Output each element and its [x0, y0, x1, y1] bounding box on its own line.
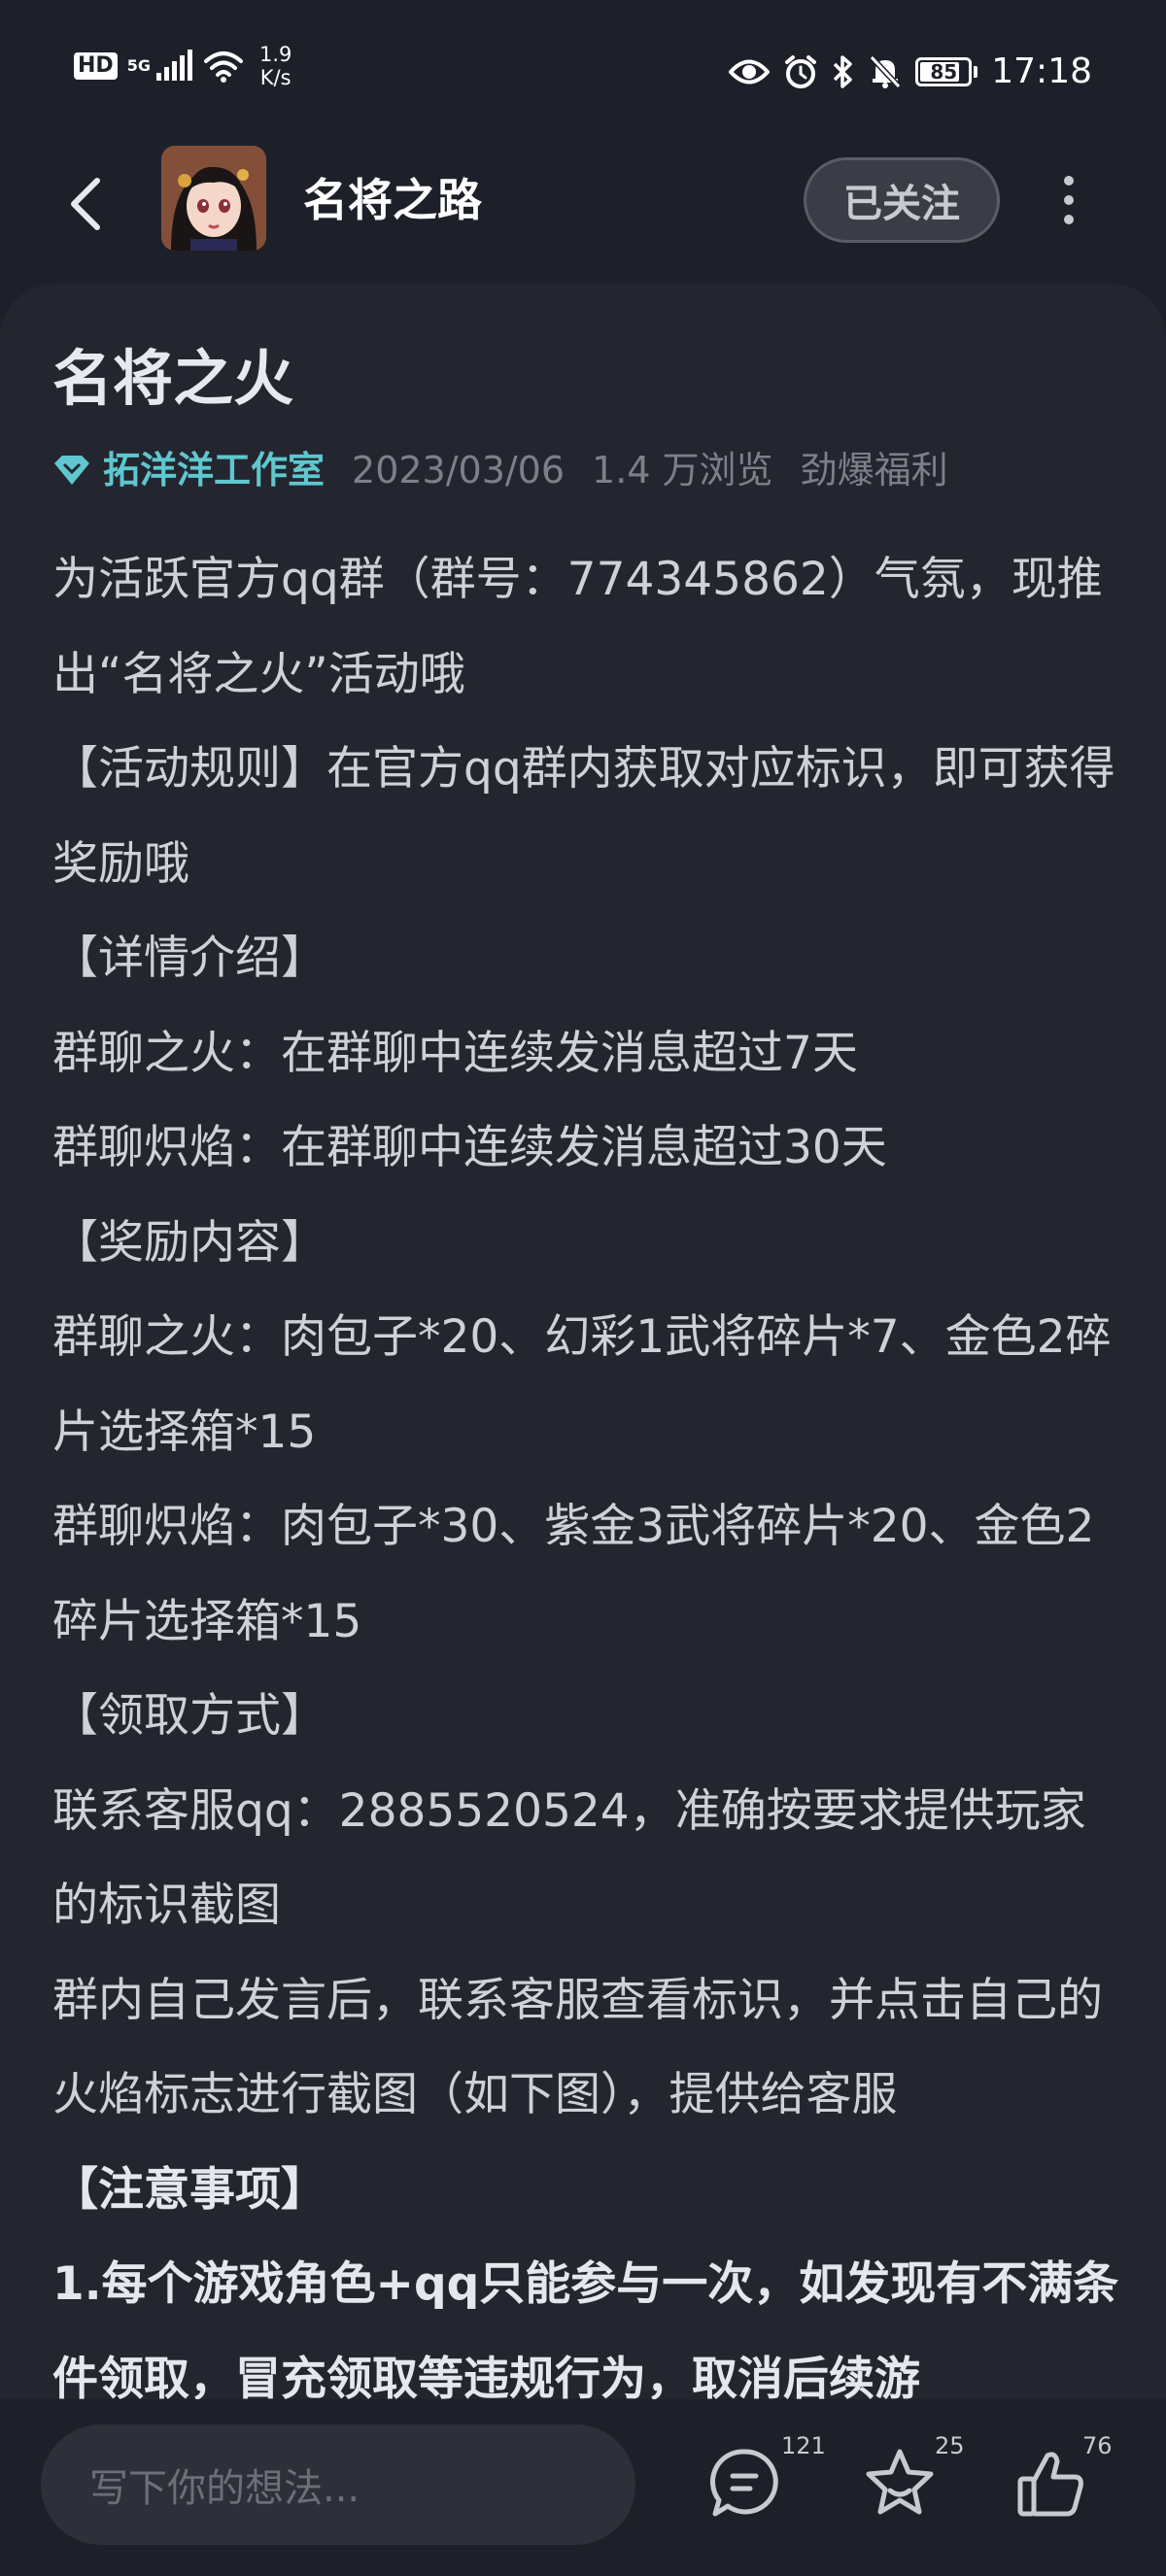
- eye-icon: [729, 59, 771, 85]
- favorite-button[interactable]: 25: [841, 2428, 965, 2545]
- battery-cap: [974, 66, 978, 78]
- view-count: 1.4 万浏览: [592, 449, 773, 491]
- article-paragraph: 【领取方式】: [52, 1689, 326, 1743]
- avatar-image: [161, 146, 266, 251]
- wifi-icon: [203, 51, 243, 83]
- favorite-count: 25: [935, 2432, 965, 2459]
- article-paragraph: 【奖励内容】: [52, 1215, 326, 1270]
- diamond-icon: [54, 456, 89, 485]
- network-speed: 1.9 K/s: [259, 43, 292, 89]
- network-label: 5G: [126, 56, 151, 75]
- mute-icon: [870, 54, 902, 89]
- battery-indicator: 85: [915, 57, 978, 86]
- follow-button[interactable]: 已关注: [804, 157, 1000, 243]
- article-meta: 拓洋洋工作室 2023/03/06 1.4 万浏览 劲爆福利: [52, 445, 948, 495]
- network-speed-value: 1.9: [258, 43, 292, 66]
- article-paragraph: 联系客服qq：2885520524，准确按要求提供玩家的标识截图: [52, 1783, 1086, 1933]
- game-avatar[interactable]: [161, 146, 266, 251]
- alarm-icon: [785, 55, 817, 88]
- back-button[interactable]: [54, 173, 117, 235]
- category-tag[interactable]: 劲爆福利: [801, 445, 948, 495]
- article-body: 为活跃官方qq群（群号：774345862）气氛，现推出“名将之火”活动哦 【活…: [52, 532, 1121, 2426]
- status-bar-right: 85 17:18: [729, 51, 1092, 93]
- like-count: 76: [1082, 2432, 1113, 2459]
- comment-button[interactable]: 121: [692, 2428, 826, 2545]
- status-bar-left: HD 5G 1.9 K/s: [74, 43, 292, 89]
- comment-input[interactable]: 写下你的想法...: [41, 2424, 635, 2545]
- article-paragraph: 群聊之火：肉包子*20、幻彩1武将碎片*7、金色2碎片选择箱*15: [52, 1310, 1112, 1459]
- article-paragraph: 1.每个游戏角色+qq只能参与一次，如发现有不满条件领取，冒充领取等违规行为，取…: [52, 2257, 1119, 2406]
- article-paragraph: 群内自己发言后，联系客服查看标识，并点击自己的火焰标志进行截图（如下图），提供给…: [52, 1973, 1103, 2122]
- author-name[interactable]: 拓洋洋工作室: [103, 445, 325, 495]
- comment-count: 121: [781, 2432, 826, 2459]
- signal-icon: [155, 50, 192, 81]
- publish-date: 2023/03/06: [352, 449, 566, 491]
- clock: 17:18: [991, 51, 1092, 91]
- game-title[interactable]: 名将之路: [303, 171, 482, 229]
- more-dot-icon: [1064, 195, 1074, 205]
- article-paragraph: 群聊之火：在群聊中连续发消息超过7天: [52, 1026, 858, 1080]
- bluetooth-icon: [834, 55, 852, 88]
- app-header: 名将之路 已关注: [0, 146, 1166, 272]
- like-button[interactable]: 76: [993, 2428, 1113, 2545]
- network-speed-unit: K/s: [259, 66, 292, 89]
- hd-badge: HD: [74, 52, 118, 80]
- article-paragraph: 【详情介绍】: [52, 932, 326, 985]
- battery-level: 85: [930, 60, 958, 84]
- article-paragraph: 【注意事项】: [52, 2162, 326, 2217]
- more-options-button[interactable]: [1049, 165, 1088, 235]
- bottom-action-bar: 写下你的想法... 121 25 76: [0, 2399, 1166, 2576]
- status-bar: HD 5G 1.9 K/s 85 17:18: [0, 0, 1166, 146]
- more-dot-icon: [1064, 176, 1074, 186]
- chevron-left-icon: [71, 178, 100, 230]
- article-title: 名将之火: [52, 343, 294, 414]
- article-card: 名将之火 拓洋洋工作室 2023/03/06 1.4 万浏览 劲爆福利 为活跃官…: [0, 284, 1166, 2576]
- article-paragraph: 为活跃官方qq群（群号：774345862）气氛，现推出“名将之火”活动哦: [52, 553, 1103, 701]
- battery-icon: 85: [915, 57, 973, 86]
- article-paragraph: 群聊炽焰：在群聊中连续发消息超过30天: [52, 1121, 887, 1174]
- article-paragraph: 群聊炽焰：肉包子*30、紫金3武将碎片*20、金色2碎片选择箱*15: [52, 1500, 1095, 1648]
- more-dot-icon: [1064, 215, 1074, 224]
- article-paragraph: 【活动规则】在官方qq群内获取对应标识，即可获得奖励哦: [52, 742, 1115, 891]
